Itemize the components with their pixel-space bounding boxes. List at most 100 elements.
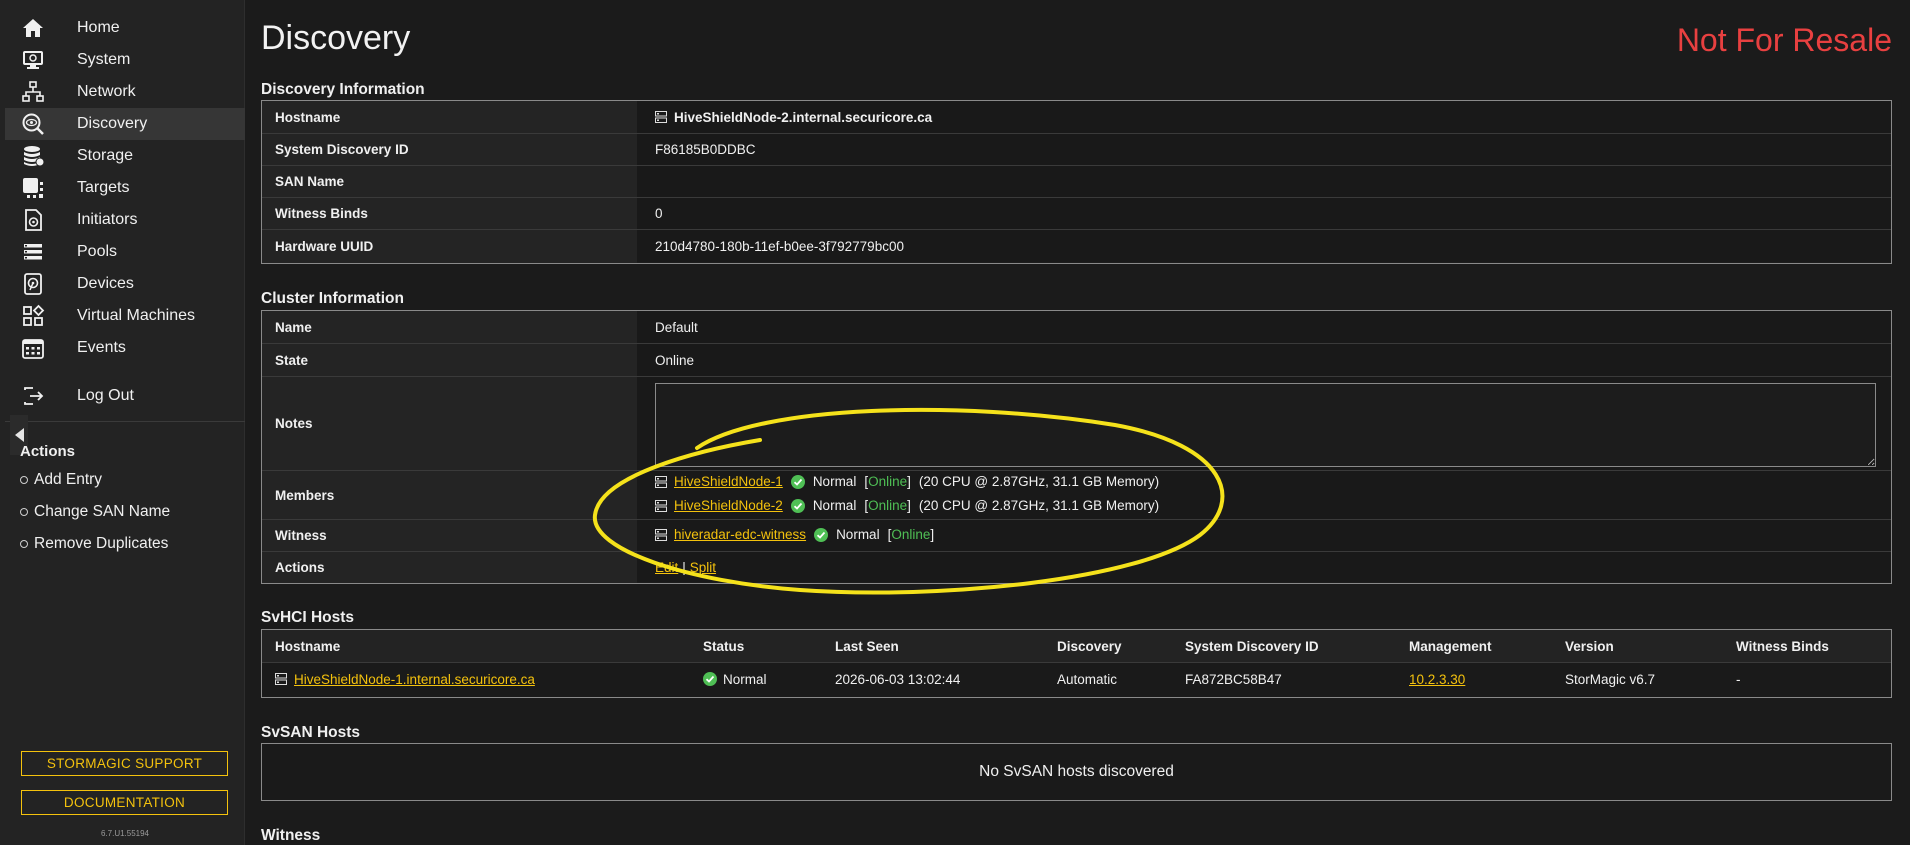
storage-database-icon	[21, 144, 45, 168]
row-key: Witness	[275, 528, 327, 543]
action-add-entry[interactable]: Add Entry	[20, 468, 102, 492]
nav-network[interactable]: Network	[5, 76, 245, 108]
bullet-icon	[20, 476, 28, 484]
row-key: Notes	[275, 416, 313, 431]
member-status: Normal	[812, 498, 857, 513]
nav-label: Pools	[77, 243, 118, 260]
nav-targets[interactable]: Targets	[5, 172, 245, 204]
initiators-icon	[21, 208, 45, 232]
nav-label: Storage	[77, 147, 134, 164]
management-link[interactable]: 10.2.3.30	[1409, 672, 1465, 687]
nav-label: Log Out	[77, 387, 134, 404]
row-key: System Discovery ID	[275, 142, 409, 157]
logout-icon	[21, 384, 45, 408]
hostname-value: HiveShieldNode-2.internal.securicore.ca	[674, 109, 933, 125]
server-icon	[655, 475, 667, 488]
targets-icon	[21, 176, 45, 200]
virtual-machines-icon	[21, 304, 45, 328]
home-icon	[21, 16, 45, 40]
events-calendar-icon	[21, 336, 45, 360]
cell-management: 10.2.3.30	[1409, 663, 1465, 695]
svhci-hosts-title: SvHCI Hosts	[261, 609, 355, 626]
split-link[interactable]: Split	[690, 560, 716, 575]
col-hostname: Hostname	[275, 638, 341, 654]
nav-discovery[interactable]: Discovery	[5, 108, 245, 140]
cluster-actions: Edit | Split	[655, 560, 716, 575]
cell-last-seen: 2026-06-03 13:02:44	[835, 671, 961, 687]
witness-link[interactable]: hiveradar-edc-witness	[674, 527, 806, 542]
col-discovery: Discovery	[1057, 638, 1122, 654]
action-label: Remove Duplicates	[34, 535, 169, 552]
row-key: Members	[275, 487, 335, 503]
col-system-discovery-id: System Discovery ID	[1185, 638, 1319, 654]
nav-events[interactable]: Events	[5, 332, 245, 364]
nav-system[interactable]: System	[5, 44, 245, 76]
nav-pools[interactable]: Pools	[5, 236, 245, 268]
member-specs: (20 CPU @ 2.87GHz, 31.1 GB Memory)	[918, 474, 1160, 489]
info-row-san-name: SAN Name	[262, 165, 1891, 197]
action-remove-duplicates[interactable]: Remove Duplicates	[20, 532, 168, 556]
member-link[interactable]: HiveShieldNode-2	[674, 498, 783, 513]
notes-textarea[interactable]	[655, 383, 1876, 467]
witness-status: Normal	[836, 527, 880, 542]
server-icon	[275, 673, 287, 685]
member-link[interactable]: HiveShieldNode-1	[674, 474, 783, 489]
witness-section-title: Witness	[261, 827, 321, 844]
cluster-row-notes: Notes	[262, 376, 1891, 470]
row-key: Hardware UUID	[275, 238, 374, 254]
cluster-row-members: Members HiveShieldNode-1 Normal [Online]…	[262, 470, 1891, 519]
witness-item: hiveradar-edc-witness Normal [Online]	[655, 527, 934, 542]
col-witness-binds: Witness Binds	[1736, 638, 1829, 654]
not-for-resale-watermark: Not For Resale	[1676, 22, 1892, 58]
info-row-hardware-uuid: Hardware UUID 210d4780-180b-11ef-b0ee-3f…	[262, 229, 1891, 262]
col-status: Status	[703, 638, 745, 654]
cluster-info-panel: Name Default State Online Notes Members …	[261, 310, 1892, 584]
network-icon	[21, 80, 45, 104]
nav-virtual-machines[interactable]: Virtual Machines	[5, 300, 245, 332]
nav-initiators[interactable]: Initiators	[5, 204, 245, 236]
svsan-hosts-title: SvSAN Hosts	[261, 724, 361, 741]
cell-witness-binds: -	[1736, 671, 1741, 687]
member-item: HiveShieldNode-1 Normal [Online] (20 CPU…	[655, 474, 1159, 489]
svhci-hosts-table: Hostname Status Last Seen Discovery Syst…	[261, 629, 1892, 698]
discovery-eye-icon	[21, 112, 45, 136]
nav-label: Events	[77, 339, 126, 356]
nav-storage[interactable]: Storage	[5, 140, 245, 172]
col-last-seen: Last Seen	[835, 638, 899, 654]
nav-label: Targets	[77, 179, 130, 196]
nav-devices[interactable]: Devices	[5, 268, 245, 300]
nav-logout[interactable]: Log Out	[5, 380, 245, 412]
system-monitor-icon	[21, 48, 45, 72]
action-label: Change SAN Name	[34, 503, 171, 520]
nav-label: Devices	[77, 275, 134, 292]
host-link[interactable]: HiveShieldNode-1.internal.securicore.ca	[294, 672, 535, 687]
nav-label: System	[77, 51, 131, 68]
cell-status: Normal	[703, 663, 767, 695]
member-state: Online	[868, 498, 908, 513]
info-row-discovery-id: System Discovery ID F86185B0DDBC	[262, 133, 1891, 165]
cluster-state-value: Online	[655, 352, 695, 368]
sidebar-divider	[5, 421, 245, 422]
version-label: 6.7.U1.55194	[100, 829, 150, 838]
cluster-row-actions: Actions Edit | Split	[262, 551, 1891, 582]
row-key: State	[275, 352, 309, 368]
devices-disk-icon	[21, 272, 45, 296]
check-circle-icon	[814, 527, 829, 542]
col-version: Version	[1565, 638, 1614, 654]
cluster-row-state: State Online	[262, 343, 1891, 376]
action-label: Add Entry	[34, 471, 103, 488]
row-key: Name	[275, 319, 312, 335]
server-icon	[655, 111, 667, 123]
row-key: Witness Binds	[275, 206, 368, 221]
stormagic-support-button[interactable]: STORMAGIC SUPPORT	[21, 751, 228, 776]
svsan-hosts-panel: No SvSAN hosts discovered	[261, 743, 1892, 801]
row-key: Hostname	[275, 109, 341, 125]
documentation-button[interactable]: DOCUMENTATION	[21, 790, 228, 815]
nav-label: Initiators	[77, 211, 138, 228]
nav-home[interactable]: Home	[5, 12, 245, 44]
discovery-info-title: Discovery Information	[261, 81, 425, 98]
witness-state: Online	[891, 527, 931, 542]
action-change-san-name[interactable]: Change SAN Name	[20, 500, 170, 524]
edit-link[interactable]: Edit	[655, 560, 678, 575]
info-row-witness-binds: Witness Binds 0	[262, 197, 1891, 229]
